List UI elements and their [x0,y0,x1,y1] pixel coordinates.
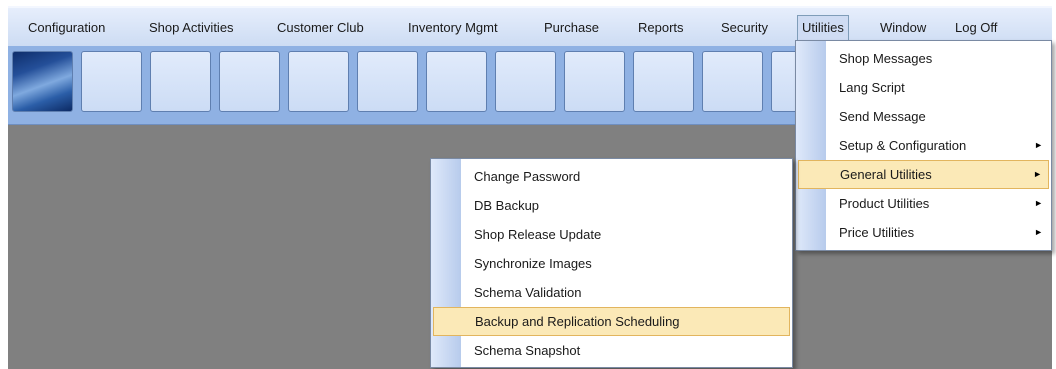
menu-item-send-message[interactable]: Send Message [796,102,1051,131]
menu-configuration[interactable]: Configuration [24,15,109,41]
toolbar-button[interactable] [150,51,211,112]
menu-item-product-utilities[interactable]: Product Utilities ► [796,189,1051,218]
menu-item-setup-configuration[interactable]: Setup & Configuration ► [796,131,1051,160]
menu-item-label: Lang Script [839,80,905,95]
menu-item-label: Synchronize Images [474,256,592,271]
toolbar-button[interactable] [564,51,625,112]
menu-item-label: Product Utilities [839,196,930,211]
menu-item-price-utilities[interactable]: Price Utilities ► [796,218,1051,247]
menu-item-schema-validation[interactable]: Schema Validation [431,278,792,307]
menu-item-db-backup[interactable]: DB Backup [431,191,792,220]
menu-item-label: Shop Release Update [474,227,602,242]
submenu-arrow-icon: ► [1034,227,1043,237]
menu-item-shop-release-update[interactable]: Shop Release Update [431,220,792,249]
menu-item-label: Change Password [474,169,581,184]
menu-item-change-password[interactable]: Change Password [431,162,792,191]
utilities-dropdown-menu: Shop Messages Lang Script Send Message S… [795,40,1052,251]
menu-item-shop-messages[interactable]: Shop Messages [796,44,1051,73]
submenu-arrow-icon: ► [1033,169,1042,179]
menu-item-label: DB Backup [474,198,540,213]
menu-item-label: Schema Validation [474,285,582,300]
menu-item-schema-snapshot[interactable]: Schema Snapshot [431,336,792,365]
menu-item-label: Schema Snapshot [474,343,581,358]
menu-item-label: Setup & Configuration [839,138,967,153]
toolbar-button[interactable] [426,51,487,112]
menu-log-off[interactable]: Log Off [951,15,1001,41]
menu-item-backup-replication-scheduling[interactable]: Backup and Replication Scheduling [433,307,790,336]
toolbar-button[interactable] [219,51,280,112]
toolbar-button[interactable] [288,51,349,112]
menu-purchase[interactable]: Purchase [540,15,603,41]
logo-button[interactable] [12,51,73,112]
menu-customer-club[interactable]: Customer Club [273,15,368,41]
submenu-arrow-icon: ► [1034,140,1043,150]
toolbar-button[interactable] [495,51,556,112]
menu-item-label: Price Utilities [839,225,915,240]
menu-reports[interactable]: Reports [634,15,688,41]
menu-window[interactable]: Window [876,15,930,41]
submenu-arrow-icon: ► [1034,198,1043,208]
menu-item-label: Backup and Replication Scheduling [475,314,680,329]
toolbar-button[interactable] [633,51,694,112]
menu-item-lang-script[interactable]: Lang Script [796,73,1051,102]
menu-item-label: Shop Messages [839,51,933,66]
menu-inventory-mgmt[interactable]: Inventory Mgmt [404,15,502,41]
menu-shop-activities[interactable]: Shop Activities [145,15,238,41]
menu-utilities[interactable]: Utilities [797,15,849,41]
toolbar-button[interactable] [81,51,142,112]
menu-item-label: Send Message [839,109,926,124]
toolbar-button[interactable] [357,51,418,112]
general-utilities-submenu: Change Password DB Backup Shop Release U… [430,158,793,368]
menu-item-general-utilities[interactable]: General Utilities ► [798,160,1049,189]
menu-security[interactable]: Security [717,15,772,41]
menu-item-synchronize-images[interactable]: Synchronize Images [431,249,792,278]
menu-item-label: General Utilities [840,167,932,182]
toolbar-button[interactable] [702,51,763,112]
